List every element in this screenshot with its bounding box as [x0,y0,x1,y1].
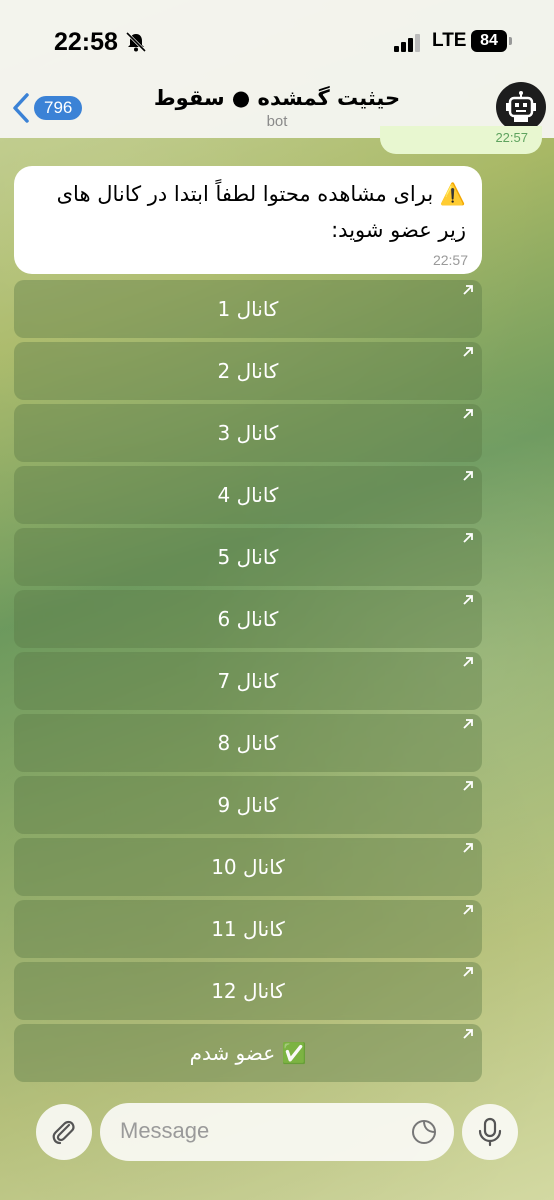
button-label: کانال 11 [211,917,285,941]
button-label: کانال 12 [211,979,285,1003]
channel-button-7[interactable]: کانال 7 [14,652,482,710]
arrow-up-right-icon [463,347,473,357]
channel-button-1[interactable]: کانال 1 [14,280,482,338]
button-label: کانال 3 [217,421,279,445]
button-label: کانال 1 [217,297,279,321]
network-type: LTE [432,30,467,51]
channel-button-4[interactable]: کانال 4 [14,466,482,524]
signal-icon [394,32,424,52]
channel-button-6[interactable]: کانال 6 [14,590,482,648]
chat-title[interactable]: حیثیت گمشده ● سقوط [0,86,554,110]
microphone-button[interactable] [462,1104,518,1160]
arrow-up-right-icon [463,471,473,481]
arrow-up-right-icon [463,781,473,791]
arrow-up-right-icon [463,1029,473,1039]
button-label: کانال 5 [217,545,279,569]
channel-button-11[interactable]: کانال 11 [14,900,482,958]
microphone-icon [478,1117,502,1147]
attach-button[interactable] [36,1104,92,1160]
arrow-up-right-icon [463,905,473,915]
channel-button-8[interactable]: کانال 8 [14,714,482,772]
arrow-up-right-icon [463,595,473,605]
robot-icon [506,91,536,122]
arrow-up-right-icon [463,409,473,419]
sticker-icon[interactable] [410,1118,438,1146]
button-label: کانال 2 [217,359,279,383]
incoming-message[interactable]: ⚠️ برای مشاهده محتوا لطفاً ابتدا در کانا… [14,166,482,274]
message-input[interactable]: Message [100,1103,454,1161]
button-label: کانال 4 [217,483,279,507]
arrow-up-right-icon [463,533,473,543]
button-label: کانال 9 [217,793,279,817]
joined-button[interactable]: ✅ عضو شدم [14,1024,482,1082]
button-label: ✅ عضو شدم [189,1041,307,1065]
button-label: کانال 6 [217,607,279,631]
button-label: کانال 8 [217,731,279,755]
battery-icon: 84 [471,30,507,52]
button-label: کانال 10 [211,855,285,879]
channel-button-3[interactable]: کانال 3 [14,404,482,462]
paperclip-icon [52,1120,75,1145]
arrow-up-right-icon [463,967,473,977]
arrow-up-right-icon [463,719,473,729]
battery-tip [509,37,512,45]
channel-button-10[interactable]: کانال 10 [14,838,482,896]
arrow-up-right-icon [463,657,473,667]
channel-button-2[interactable]: کانال 2 [14,342,482,400]
message-text: ⚠️ برای مشاهده محتوا لطفاً ابتدا در کانا… [56,182,466,242]
button-label: کانال 7 [217,669,279,693]
battery-level: 84 [480,32,498,49]
previous-message-time: 22:57 [495,130,528,145]
status-time: 22:58 [54,28,118,56]
channel-button-5[interactable]: کانال 5 [14,528,482,586]
message-input-placeholder: Message [120,1118,210,1143]
channel-button-12[interactable]: کانال 12 [14,962,482,1020]
message-time: 22:57 [432,252,468,268]
bell-muted-icon [125,32,147,52]
arrow-up-right-icon [463,843,473,853]
bot-avatar[interactable] [496,82,546,132]
channel-button-9[interactable]: کانال 9 [14,776,482,834]
inline-keyboard: کانال 1 کانال 2 کانال 3 کانال 4 کانال 5 … [14,280,482,1086]
arrow-up-right-icon [463,285,473,295]
